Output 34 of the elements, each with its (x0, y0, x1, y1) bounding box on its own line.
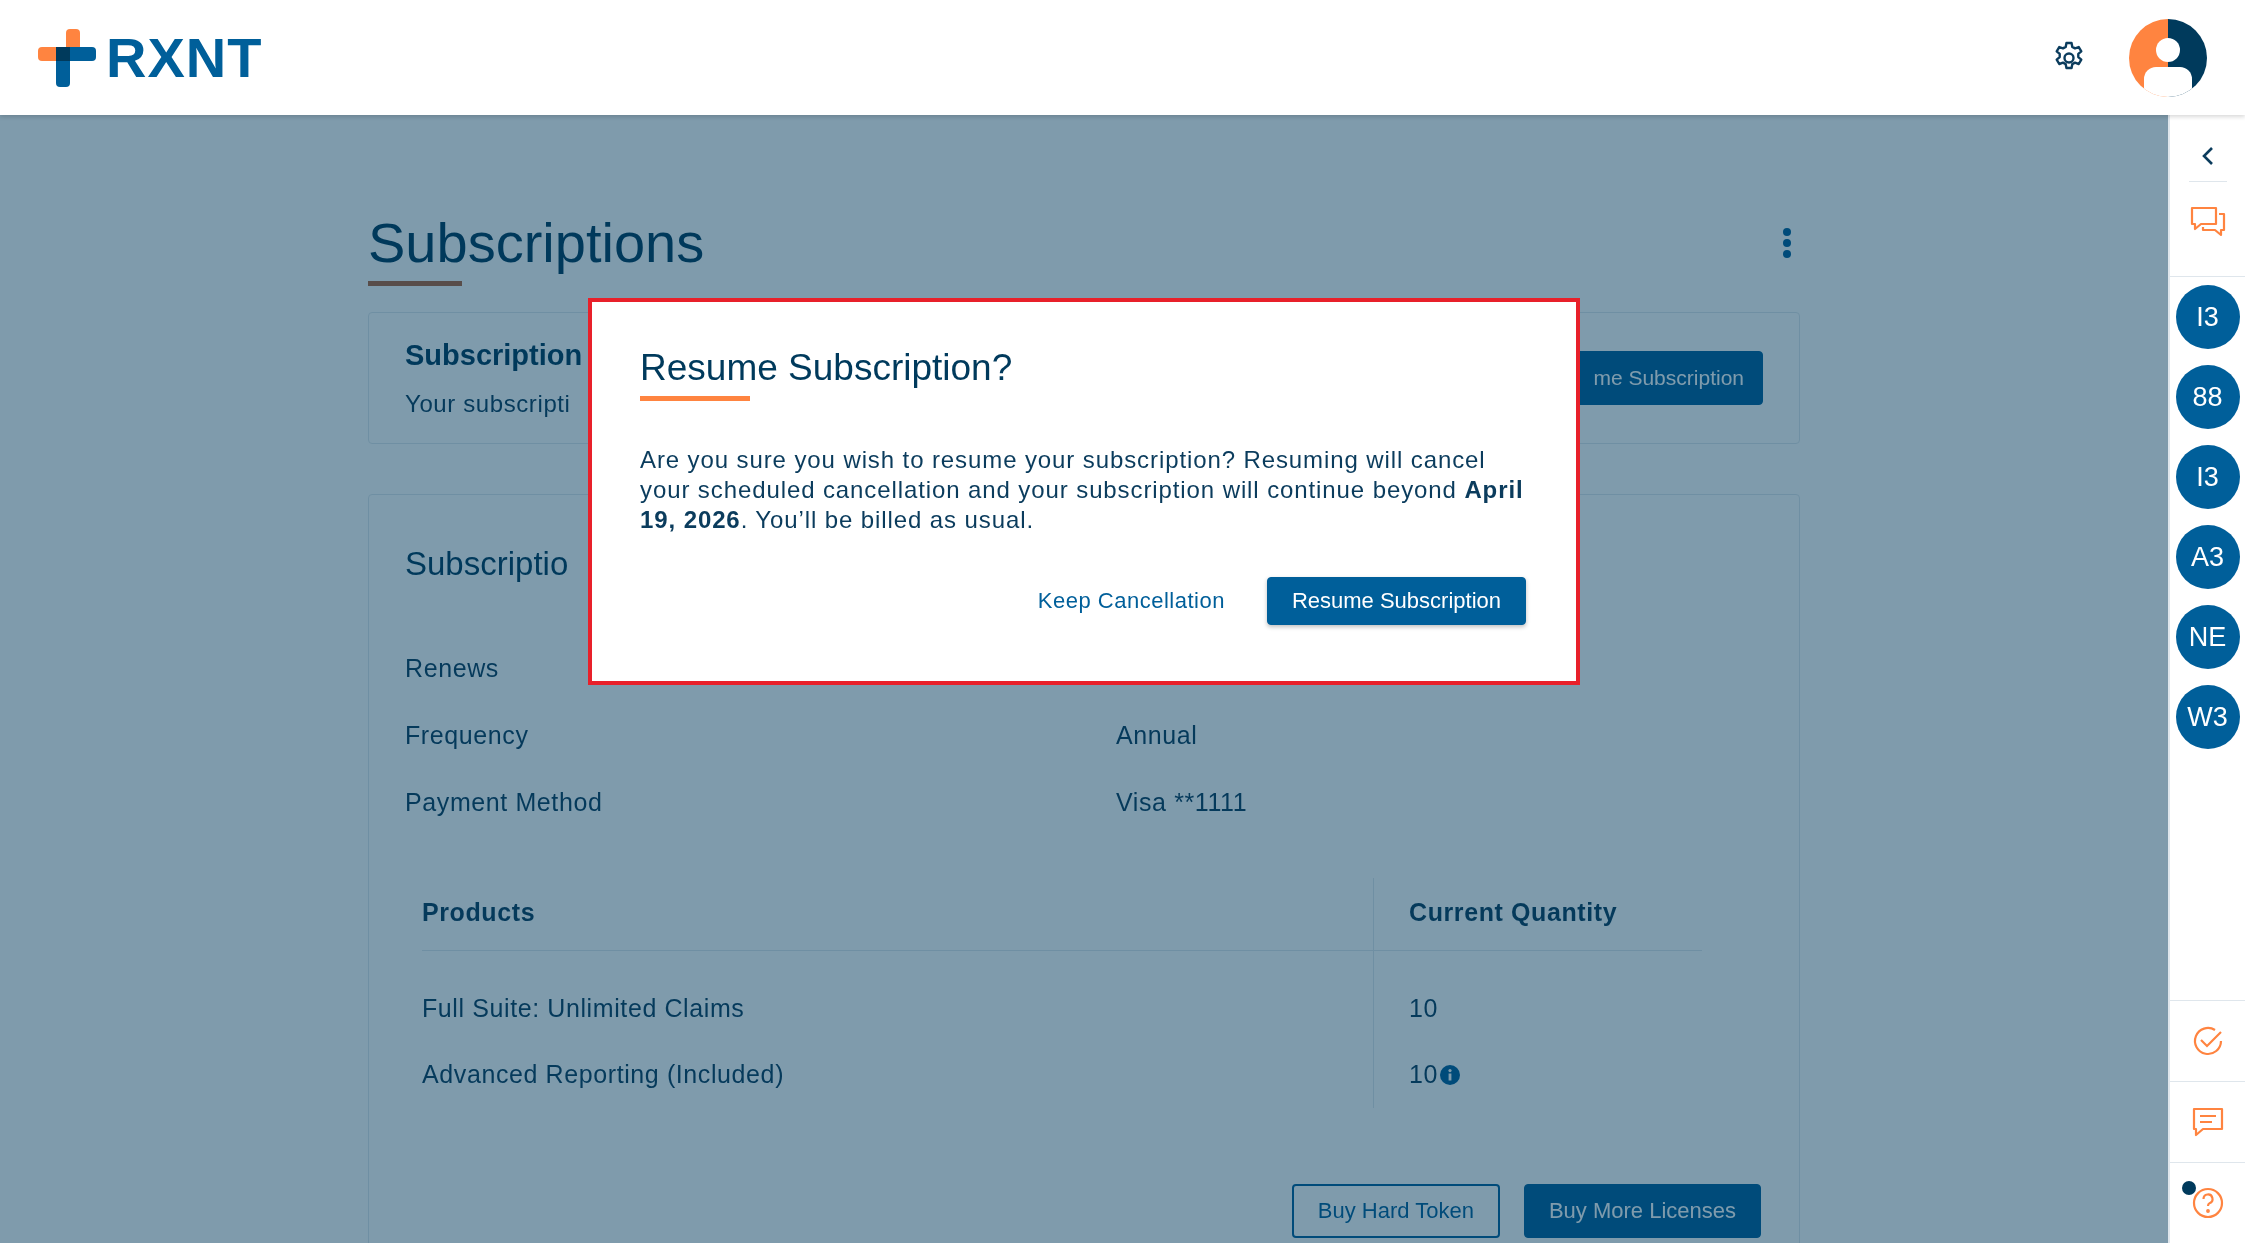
contact-avatar[interactable]: A3 (2175, 525, 2240, 589)
card-title: Subscription (405, 338, 583, 372)
field-value: Visa **1111 (1116, 788, 1248, 817)
table-cell: 10 (1409, 993, 1438, 1023)
field-label: Payment Method (405, 788, 604, 817)
contact-avatar[interactable]: NE (2175, 605, 2240, 669)
message-icon[interactable] (2190, 1106, 2225, 1138)
column-header: Current Quantity (1408, 897, 1619, 928)
card-title: Subscriptio (405, 545, 570, 583)
dialog-title: Resume Subscription? (640, 346, 1014, 390)
contact-avatar[interactable]: W3 (2175, 685, 2240, 749)
dialog-message: Are you sure you wish to resume your subscription? Resuming will cancel your scheduled cancellation and your subscription will continue beyond April 19, 2026. You’ll be billed as usual. (640, 445, 1525, 535)
card-text: Your subscripti (405, 389, 572, 418)
field-value: Annual (1116, 721, 1198, 750)
help-icon[interactable] (2190, 1186, 2225, 1220)
table-cell: Advanced Reporting (Included) (422, 1041, 1374, 1108)
contact-avatar[interactable]: I3 (2175, 285, 2240, 349)
logo-text: RXNT (106, 25, 263, 90)
keep-cancellation-button[interactable]: Keep Cancellation (1031, 587, 1231, 615)
chevron-left-icon[interactable] (2200, 145, 2215, 167)
contact-avatar[interactable]: 88 (2175, 365, 2240, 429)
resume-subscription-button[interactable]: Resume Subscription (1266, 577, 1526, 625)
more-options-icon[interactable] (1782, 227, 1792, 259)
page-title: Subscriptions (368, 211, 705, 275)
table-cell: 10 (1409, 1060, 1438, 1089)
logo-icon (36, 26, 98, 89)
info-icon[interactable] (1440, 1064, 1460, 1085)
field-label: Frequency (405, 721, 530, 750)
chat-icon[interactable] (2188, 205, 2227, 239)
contact-avatar[interactable]: I3 (2175, 445, 2240, 509)
field-label: Renews (405, 654, 500, 683)
avatar-icon[interactable] (2129, 18, 2207, 97)
column-header: Products (422, 878, 1374, 950)
table-cell: Full Suite: Unlimited Claims (422, 951, 1374, 1041)
